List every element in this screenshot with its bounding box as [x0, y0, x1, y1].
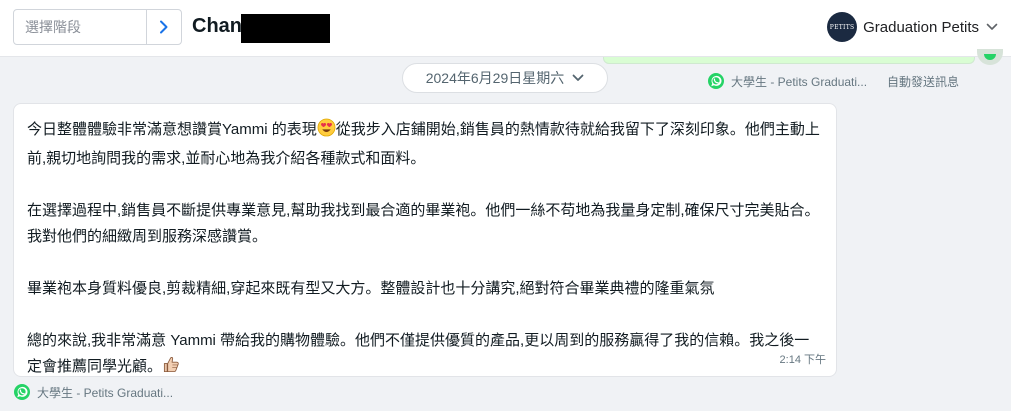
message-paragraph: 畢業袍本身質料優良,剪裁精細,穿起來既有型又大方。整體設計也十分講究,絕對符合畢… [27, 280, 715, 297]
message-paragraph: 在選擇過程中,銷售員不斷提供專業意見,幫助我找到最合適的畢業袍。他們一絲不苟地為… [27, 202, 820, 245]
account-logo: PETITS [827, 12, 858, 42]
stage-next-button[interactable] [146, 10, 181, 44]
previous-avatar [977, 49, 1003, 65]
whatsapp-icon [708, 73, 724, 89]
message-timestamp: 2:14 下午 [779, 354, 826, 366]
outgoing-sender-meta: 大學生 - Petits Graduati... 自動發送訊息 [707, 70, 959, 92]
stage-select[interactable]: 選擇階段 [13, 9, 182, 45]
chevron-down-icon [985, 20, 999, 34]
sender-label: 大學生 - Petits Graduati... [731, 74, 868, 89]
message-text: 總的來說,我非常滿意 Yammi 帶給我的購物體驗。他們不僅提供優質的產品,更以… [27, 332, 810, 375]
incoming-sender-meta: 大學生 - Petits Graduati... [13, 381, 173, 403]
contact-name: Chan [192, 15, 242, 37]
auto-sent-label: 自動發送訊息 [887, 74, 960, 89]
message-paragraph: 總的來說,我非常滿意 Yammi 帶給我的購物體驗。他們不僅提供優質的產品,更以… [27, 328, 822, 383]
date-label: 2024年6月29日星期六 [425, 70, 565, 86]
message-paragraph: 今日整體體驗非常滿意想讚賞Yammi 的表現 從我步入店鋪開始,銷售員的熱情款待… [27, 117, 822, 172]
message-text: 今日整體體驗非常滿意想讚賞Yammi 的表現 [27, 121, 317, 138]
heart-eyes-emoji [317, 118, 336, 146]
incoming-message-bubble[interactable]: 今日整體體驗非常滿意想讚賞Yammi 的表現 從我步入店鋪開始,銷售員的熱情款待… [13, 103, 837, 377]
redaction-block [241, 14, 330, 43]
stage-select-placeholder: 選擇階段 [25, 19, 81, 35]
previous-outgoing-bubble [603, 57, 975, 64]
account-name: Graduation Petits [863, 18, 979, 36]
thumbs-up-emoji [162, 355, 181, 383]
sender-label: 大學生 - Petits Graduati... [37, 385, 174, 400]
chevron-down-icon [572, 74, 584, 81]
chevron-right-icon [160, 20, 168, 34]
whatsapp-icon [14, 384, 30, 400]
date-separator[interactable]: 2024年6月29日星期六 [402, 63, 608, 93]
chat-header: 選擇階段 Chan PETITS Graduation Petits [0, 0, 1011, 57]
account-switcher[interactable]: PETITS Graduation Petits [827, 10, 999, 44]
